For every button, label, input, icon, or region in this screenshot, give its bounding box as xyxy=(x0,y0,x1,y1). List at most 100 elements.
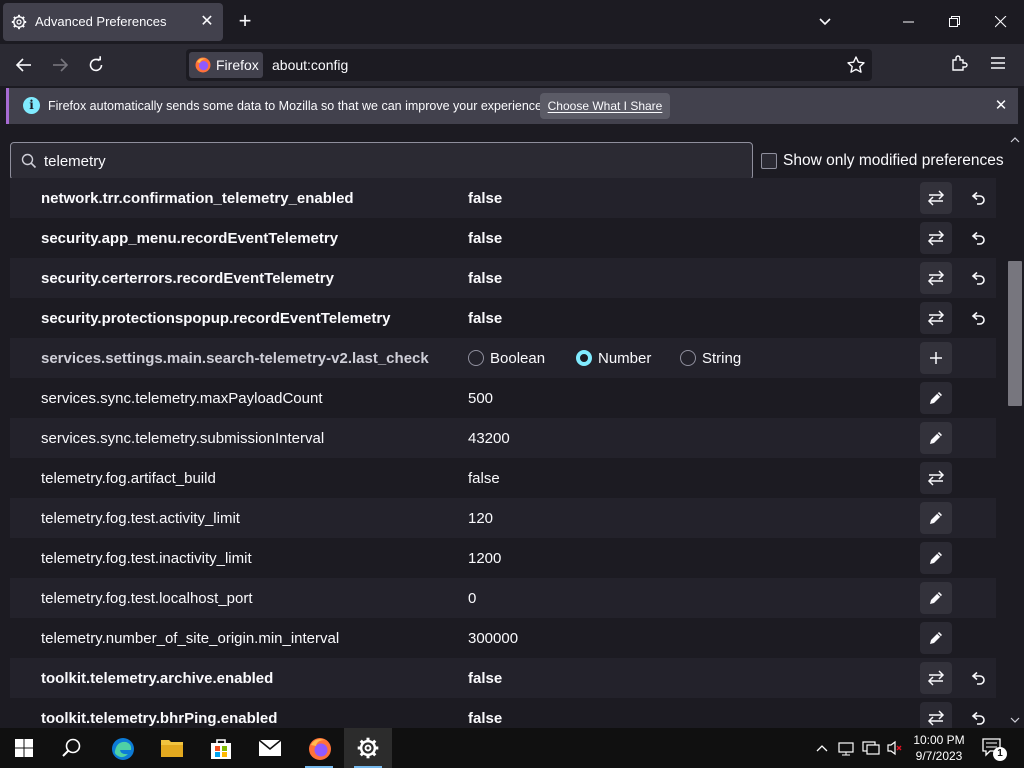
new-tab-button[interactable]: + xyxy=(232,9,258,35)
pref-value: false xyxy=(468,270,503,287)
pref-row[interactable]: network.trr.confirmation_telemetry_enabl… xyxy=(10,178,996,218)
windows-logo-icon xyxy=(15,739,33,757)
reset-button[interactable] xyxy=(962,222,994,254)
start-button[interactable] xyxy=(0,728,48,768)
restore-icon xyxy=(949,16,960,27)
pref-name: telemetry.fog.test.localhost_port xyxy=(41,590,253,607)
pref-value: 300000 xyxy=(468,630,519,647)
identity-box[interactable]: Firefox xyxy=(189,52,263,78)
mail-taskbar-button[interactable] xyxy=(245,728,293,768)
toggle-button[interactable] xyxy=(920,302,952,334)
pref-row[interactable]: services.sync.telemetry.maxPayloadCount 5… xyxy=(10,378,996,418)
search-input[interactable]: telemetry xyxy=(10,142,753,180)
pref-row[interactable]: services.sync.telemetry.submissionInterv… xyxy=(10,418,996,458)
info-icon: i xyxy=(23,97,40,114)
reset-button[interactable] xyxy=(962,662,994,694)
reset-button[interactable] xyxy=(962,182,994,214)
add-button[interactable] xyxy=(920,342,952,374)
close-window-button[interactable] xyxy=(978,0,1024,44)
show-modified-only-checkbox[interactable] xyxy=(761,153,777,169)
toggle-button[interactable] xyxy=(920,462,952,494)
pref-row[interactable]: telemetry.fog.artifact_build false xyxy=(10,458,996,498)
choose-what-i-share-button[interactable]: Choose What I Share xyxy=(540,93,670,119)
pref-row[interactable]: security.app_menu.recordEventTelemetry fa… xyxy=(10,218,996,258)
file-explorer-taskbar-button[interactable] xyxy=(147,728,195,768)
toggle-arrows-icon xyxy=(927,270,945,286)
minimize-button[interactable] xyxy=(886,0,932,44)
store-taskbar-button[interactable] xyxy=(196,728,244,768)
extensions-icon[interactable] xyxy=(950,54,968,72)
pref-row[interactable]: telemetry.fog.test.localhost_port 0 xyxy=(10,578,996,618)
hamburger-menu-icon[interactable] xyxy=(990,56,1006,70)
toggle-button[interactable] xyxy=(920,182,952,214)
settings-taskbar-button[interactable] xyxy=(344,728,392,768)
pref-value: false xyxy=(468,310,503,327)
scroll-down-icon[interactable] xyxy=(1010,716,1020,724)
chevron-down-icon[interactable] xyxy=(812,10,838,34)
url-bar[interactable]: Firefox about:config xyxy=(186,49,872,81)
action-center-button[interactable]: 1 xyxy=(978,736,1008,761)
pref-row[interactable]: toolkit.telemetry.archive.enabled false xyxy=(10,658,996,698)
pref-name: network.trr.confirmation_telemetry_enabl… xyxy=(41,190,354,207)
toggle-button[interactable] xyxy=(920,262,952,294)
about-config-page: telemetry Show only modified preferences… xyxy=(0,126,1024,728)
pref-row[interactable]: services.settings.main.search-telemetry-… xyxy=(10,338,996,378)
vertical-scrollbar[interactable] xyxy=(1007,134,1024,728)
edge-icon xyxy=(112,738,134,760)
pref-value: false xyxy=(468,470,500,487)
undo-icon xyxy=(971,191,985,205)
reload-button[interactable] xyxy=(80,50,112,80)
pref-value: false xyxy=(468,190,503,207)
edit-button[interactable] xyxy=(920,582,952,614)
close-tab-icon[interactable]: ✕ xyxy=(197,12,217,32)
edit-button[interactable] xyxy=(920,382,952,414)
toggle-button[interactable] xyxy=(920,662,952,694)
reset-button[interactable] xyxy=(962,702,994,728)
star-icon[interactable] xyxy=(846,55,866,75)
edit-button[interactable] xyxy=(920,502,952,534)
forward-button[interactable] xyxy=(44,50,76,80)
back-button[interactable] xyxy=(8,50,40,80)
pencil-icon xyxy=(930,432,942,444)
identity-label: Firefox xyxy=(216,57,259,73)
pref-value: 43200 xyxy=(468,430,510,447)
close-notification-icon[interactable]: ✕ xyxy=(991,96,1011,116)
arrow-right-icon xyxy=(53,58,69,72)
radio-label: String xyxy=(702,350,742,367)
edit-button[interactable] xyxy=(920,622,952,654)
reset-button[interactable] xyxy=(962,302,994,334)
notification-text: Firefox automatically sends some data to… xyxy=(48,99,546,113)
pref-row[interactable]: toolkit.telemetry.bhrPing.enabled false xyxy=(10,698,996,728)
pref-row[interactable]: security.certerrors.recordEventTelemetry… xyxy=(10,258,996,298)
network-icon[interactable] xyxy=(838,740,854,756)
firefox-taskbar-button[interactable] xyxy=(295,728,343,768)
gear-icon xyxy=(11,14,27,30)
toggle-button[interactable] xyxy=(920,222,952,254)
system-clock[interactable]: 10:00 PM 9/7/2023 xyxy=(907,732,971,764)
pref-row[interactable]: security.protectionspopup.recordEventTel… xyxy=(10,298,996,338)
edit-button[interactable] xyxy=(920,542,952,574)
toggle-arrows-icon xyxy=(927,190,945,206)
scrollbar-thumb[interactable] xyxy=(1008,261,1022,406)
pref-value: false xyxy=(468,710,503,727)
pref-row[interactable]: telemetry.fog.test.activity_limit 120 xyxy=(10,498,996,538)
search-icon xyxy=(21,153,37,169)
pref-row[interactable]: telemetry.number_of_site_origin.min_inte… xyxy=(10,618,996,658)
tab-advanced-preferences[interactable]: Advanced Preferences ✕ xyxy=(3,3,223,41)
toggle-arrows-icon xyxy=(927,230,945,246)
display-icon[interactable] xyxy=(862,740,880,756)
taskbar-search-button[interactable] xyxy=(48,728,96,768)
reset-button[interactable] xyxy=(962,262,994,294)
search-value: telemetry xyxy=(44,153,106,170)
restore-button[interactable] xyxy=(932,0,978,44)
pref-name: security.app_menu.recordEventTelemetry xyxy=(41,230,339,247)
undo-icon xyxy=(971,311,985,325)
pref-row[interactable]: telemetry.fog.test.inactivity_limit 1200 xyxy=(10,538,996,578)
scroll-up-icon[interactable] xyxy=(1010,136,1020,144)
edge-taskbar-button[interactable] xyxy=(98,728,146,768)
tab-title: Advanced Preferences xyxy=(35,14,167,29)
chevron-up-icon[interactable] xyxy=(816,743,828,753)
edit-button[interactable] xyxy=(920,422,952,454)
volume-muted-icon[interactable] xyxy=(886,740,904,756)
toggle-button[interactable] xyxy=(920,702,952,728)
